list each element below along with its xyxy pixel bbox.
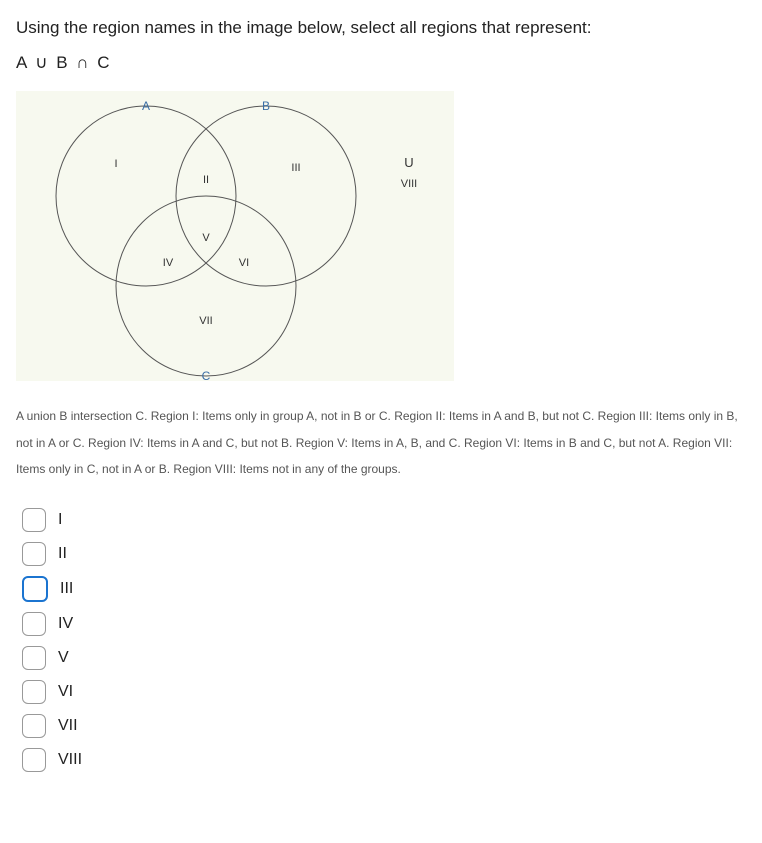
region-8: VIII (401, 178, 418, 190)
option-row-VII: VII (22, 714, 746, 738)
venn-diagram: A B C I II III IV V VI VII U VIII (16, 91, 454, 381)
checkbox-I[interactable] (22, 508, 46, 532)
label-u: U (404, 155, 413, 170)
option-label: II (58, 545, 67, 563)
checkbox-IV[interactable] (22, 612, 46, 636)
option-row-VI: VI (22, 680, 746, 704)
region-description: A union B intersection C. Region I: Item… (16, 403, 746, 482)
option-row-II: II (22, 542, 746, 566)
label-a: A (142, 99, 150, 113)
question-prompt: Using the region names in the image belo… (16, 14, 746, 41)
option-label: V (58, 649, 69, 667)
option-row-VIII: VIII (22, 748, 746, 772)
option-label: III (60, 580, 73, 598)
option-label: IV (58, 615, 73, 633)
checkbox-VI[interactable] (22, 680, 46, 704)
region-5: V (202, 232, 210, 244)
options-list: IIIIIIIVVVIVIIVIII (22, 508, 746, 772)
label-b: B (262, 99, 270, 113)
region-6: VI (239, 257, 249, 269)
option-row-III: III (22, 576, 746, 602)
option-label: VII (58, 717, 78, 735)
region-7: VII (199, 315, 212, 327)
region-4: IV (163, 257, 174, 269)
checkbox-V[interactable] (22, 646, 46, 670)
checkbox-VIII[interactable] (22, 748, 46, 772)
label-c: C (202, 369, 211, 381)
option-row-V: V (22, 646, 746, 670)
option-label: VI (58, 683, 73, 701)
option-label: I (58, 511, 62, 529)
checkbox-III[interactable] (22, 576, 48, 602)
region-1: I (114, 158, 117, 170)
checkbox-VII[interactable] (22, 714, 46, 738)
region-3: III (291, 162, 300, 174)
option-row-I: I (22, 508, 746, 532)
formula-expression: A ∪ B ∩ C (16, 53, 746, 73)
option-label: VIII (58, 751, 82, 769)
checkbox-II[interactable] (22, 542, 46, 566)
region-2: II (203, 174, 209, 186)
option-row-IV: IV (22, 612, 746, 636)
